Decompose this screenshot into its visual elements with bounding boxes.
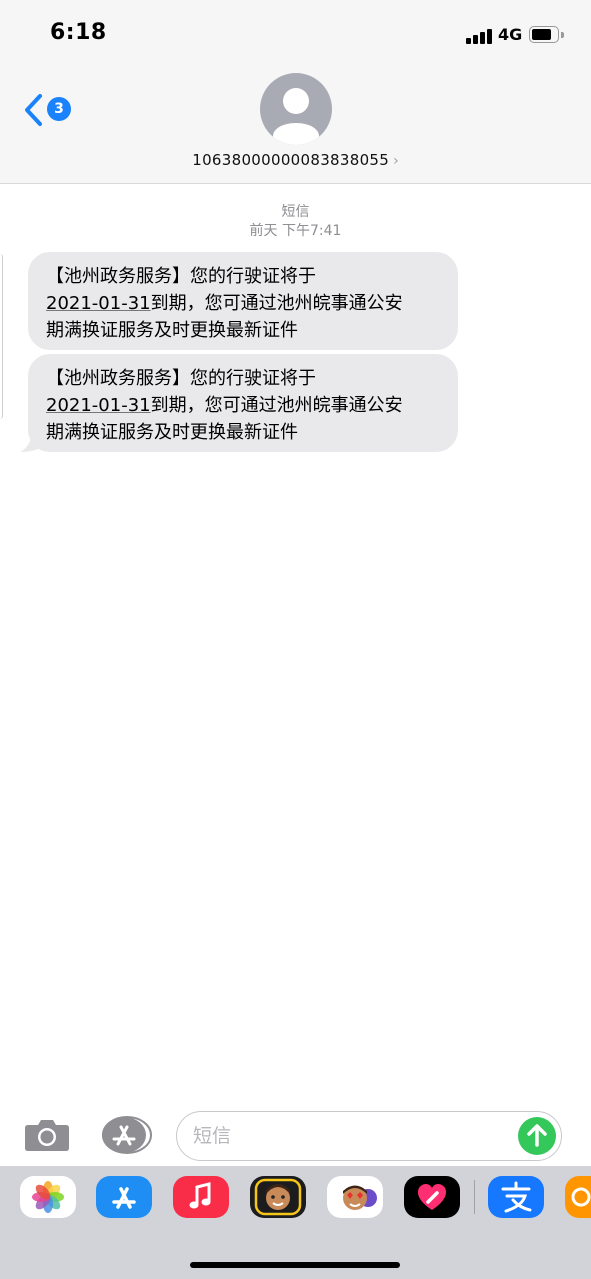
music-icon — [189, 1182, 211, 1209]
bubble-tail — [20, 430, 46, 452]
message-bubble[interactable]: 【池州政务服务】您的行驶证将于 2021-01-31到期，您可通过池州皖事通公安… — [28, 252, 458, 350]
app-store-icon — [112, 1187, 136, 1209]
message-line: 期满换证服务及时更换最新证件 — [46, 422, 298, 443]
battery-icon — [529, 26, 559, 43]
cellular-signal-icon — [466, 28, 492, 44]
date-link[interactable]: 2021-01-31 — [46, 395, 151, 416]
animoji-icon — [343, 1185, 377, 1210]
message-bubble[interactable]: 【池州政务服务】您的行驶证将于 2021-01-31到期，您可通过池州皖事通公安… — [28, 354, 458, 452]
message-text: 到期，您可通过池州皖事通公安 — [150, 395, 403, 416]
memoji-app[interactable] — [250, 1176, 306, 1218]
message-input[interactable] — [193, 1122, 513, 1150]
music-app[interactable] — [173, 1176, 229, 1218]
service-label: 短信 — [281, 204, 310, 220]
alipay-app[interactable] — [488, 1176, 544, 1218]
network-type: 4G — [498, 25, 523, 44]
arrow-up-icon — [527, 1124, 547, 1147]
message-line: 2021-01-31到期，您可通过池州皖事通公安 — [46, 392, 440, 419]
back-button[interactable]: 3 — [20, 90, 76, 130]
camera-icon — [25, 1120, 69, 1151]
photos-app[interactable] — [20, 1176, 76, 1218]
scroll-edge — [0, 254, 3, 419]
conversation-header: 6:18 4G 3 10638000000083838055 › — [0, 0, 591, 184]
memoji-icon — [254, 1178, 302, 1216]
battery-level — [532, 29, 552, 40]
apps-button[interactable] — [100, 1116, 152, 1154]
drawer-divider — [474, 1180, 475, 1214]
message-line: 2021-01-31到期，您可通过池州皖事通公安 — [46, 290, 440, 317]
contact-avatar[interactable] — [260, 73, 332, 145]
imessage-app-drawer — [0, 1166, 591, 1279]
chevron-right-icon: › — [393, 153, 399, 169]
input-bar — [0, 1104, 591, 1166]
contact-number: 10638000000083838055 — [192, 151, 390, 169]
send-button[interactable] — [518, 1117, 556, 1155]
message-line: 期满换证服务及时更换最新证件 — [46, 320, 298, 341]
message-timestamp: 前天 下午7:41 — [249, 223, 342, 239]
message-text: 到期，您可通过池州皖事通公安 — [150, 293, 403, 314]
partial-app-icon — [571, 1187, 591, 1207]
photos-icon — [32, 1181, 64, 1213]
chevron-left-icon — [25, 94, 42, 126]
animoji-app[interactable] — [327, 1176, 383, 1218]
message-line: 【池州政务服务】您的行驶证将于 — [46, 368, 316, 389]
app-store-app[interactable] — [96, 1176, 152, 1218]
app-store-icon — [102, 1116, 152, 1154]
message-line: 【池州政务服务】您的行驶证将于 — [46, 266, 316, 287]
status-time: 6:18 — [50, 20, 107, 45]
home-indicator[interactable] — [190, 1262, 400, 1268]
date-link[interactable]: 2021-01-31 — [46, 293, 151, 314]
partial-app[interactable] — [565, 1176, 591, 1218]
digital-touch-icon — [418, 1184, 446, 1210]
digital-touch-app[interactable] — [404, 1176, 460, 1218]
alipay-icon — [501, 1181, 532, 1213]
person-icon — [273, 88, 319, 145]
battery-cap — [561, 32, 564, 38]
camera-button[interactable] — [24, 1116, 70, 1152]
message-input-field[interactable] — [176, 1111, 562, 1161]
unread-count-badge: 3 — [47, 97, 71, 121]
messages-screen: 6:18 4G 3 10638000000083838055 › 短信 前天 下… — [0, 0, 591, 1279]
contact-info-row[interactable]: 10638000000083838055 › — [0, 150, 591, 169]
